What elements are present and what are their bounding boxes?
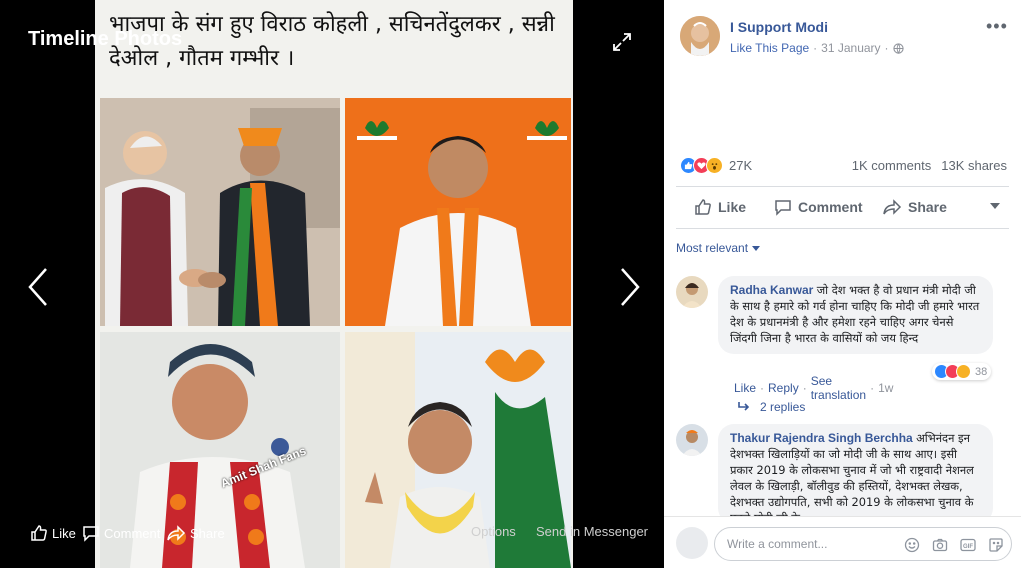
gif-icon[interactable]: GIF [959, 536, 977, 554]
like-button-label: Like [718, 199, 747, 215]
viewer-action-bar: Like Comment Share Options Send in Messe… [0, 518, 664, 550]
meta-dot: · [813, 41, 818, 55]
meta-dot-2: · [884, 41, 889, 55]
page-name-link[interactable]: I Support Modi [730, 19, 828, 35]
comment-input-placeholder: Write a comment... [727, 537, 828, 551]
comment-reply-link[interactable]: Reply [768, 381, 799, 395]
comment-like-link[interactable]: Like [734, 381, 756, 395]
comment-actions: Like · Reply · See translation · 1w [734, 374, 893, 402]
comments-count-link[interactable]: 1K comments [852, 158, 931, 173]
viewer-comment-label: Comment [104, 525, 161, 541]
svg-text:GIF: GIF [963, 544, 973, 550]
audience-dropdown-icon[interactable] [990, 203, 1000, 209]
comment-button[interactable]: Comment [774, 198, 863, 216]
globe-icon [892, 42, 904, 54]
viewer-comment-button[interactable]: Comment [82, 524, 160, 542]
post-action-bar: Like Comment Share [676, 186, 1009, 226]
wow-reaction-icon [706, 157, 723, 174]
sort-label: Most relevant [676, 241, 749, 255]
reaction-summary[interactable]: 27K [680, 157, 752, 174]
post-meta: Like This Page · 31 January · [730, 41, 904, 55]
like-page-link[interactable]: Like This Page [730, 41, 809, 55]
comment-bubble: Thakur Rajendra Singh Berchha अभिनंदन इन… [718, 424, 993, 524]
shares-count-link[interactable]: 13K shares [941, 158, 1007, 173]
next-photo-button[interactable] [616, 265, 644, 309]
share-button[interactable]: Share [882, 198, 947, 216]
share-button-label: Share [908, 199, 947, 215]
photo-panel-saffron-portrait [345, 98, 571, 326]
camera-icon[interactable] [931, 536, 949, 554]
comment-button-label: Comment [798, 199, 863, 215]
comment-icon [775, 200, 791, 216]
viewer-title: Timeline Photos [28, 28, 183, 50]
sticker-icon[interactable] [987, 536, 1005, 554]
viewer-share-button[interactable]: Share [166, 524, 225, 542]
separator-dot: · [870, 381, 875, 395]
replies-count: 2 replies [760, 400, 806, 414]
post-photo[interactable]: भाजपा के संग हुए विराठ कोहली , सचिनतेंदु… [95, 0, 573, 568]
comment-sort-dropdown[interactable]: Most relevant [676, 241, 761, 255]
share-icon [167, 525, 186, 541]
thumbs-up-icon [695, 199, 711, 215]
comment-bubble: Radha Kanwar जो देश भक्त है वो प्रधान मं… [718, 276, 993, 354]
comment-icon [83, 526, 99, 542]
separator-dot: · [760, 381, 765, 395]
haha-reaction-icon [956, 364, 971, 379]
commenter-avatar[interactable] [676, 276, 708, 308]
composer-icons: GIF [903, 536, 1005, 554]
commenter-avatar[interactable] [676, 424, 708, 456]
comment-composer: Write a comment... GIF [664, 516, 1021, 568]
comment-reaction-count: 38 [975, 365, 988, 378]
comment-author-link[interactable]: Thakur Rajendra Singh Berchha [730, 431, 913, 445]
separator-dot: · [802, 381, 807, 395]
see-translation-link[interactable]: See translation [811, 374, 866, 402]
view-replies-link[interactable]: 2 replies [738, 400, 805, 414]
send-in-messenger-link[interactable]: Send in Messenger [536, 524, 648, 539]
comment-input[interactable]: Write a comment... GIF [714, 527, 1012, 561]
previous-photo-button[interactable] [24, 265, 52, 309]
photo-panel-handshake [100, 98, 340, 326]
photo-viewer: भाजपा के संग हुए विराठ कोहली , सचिनतेंदु… [0, 0, 664, 568]
chevron-down-icon [752, 245, 761, 251]
user-avatar [676, 527, 708, 559]
divider [676, 228, 1009, 229]
like-button[interactable]: Like [694, 198, 746, 216]
page-avatar[interactable] [680, 16, 720, 56]
emoji-icon[interactable] [903, 536, 921, 554]
viewer-like-button[interactable]: Like [30, 524, 76, 542]
expand-icon[interactable] [612, 32, 632, 52]
reply-arrow-icon [738, 402, 750, 411]
thumbs-up-icon [31, 525, 47, 541]
engagement-counts: 1K comments 13K shares [852, 158, 1007, 173]
share-icon [883, 199, 902, 215]
post-side-panel: I Support Modi Like This Page · 31 Janua… [664, 0, 1021, 568]
comment-reactions[interactable]: 38 [932, 363, 992, 380]
viewer-like-label: Like [52, 525, 76, 541]
comment-author-link[interactable]: Radha Kanwar [730, 283, 813, 297]
reaction-count: 27K [729, 158, 753, 173]
comment-time[interactable]: 1w [878, 381, 893, 395]
viewer-options-link[interactable]: Options [471, 524, 516, 539]
photo-theater: भाजपा के संग हुए विराठ कोहली , सचिनतेंदु… [0, 0, 1021, 568]
post-date[interactable]: 31 January [821, 41, 880, 55]
viewer-share-label: Share [190, 525, 225, 541]
more-options-icon[interactable]: ••• [986, 16, 1008, 37]
